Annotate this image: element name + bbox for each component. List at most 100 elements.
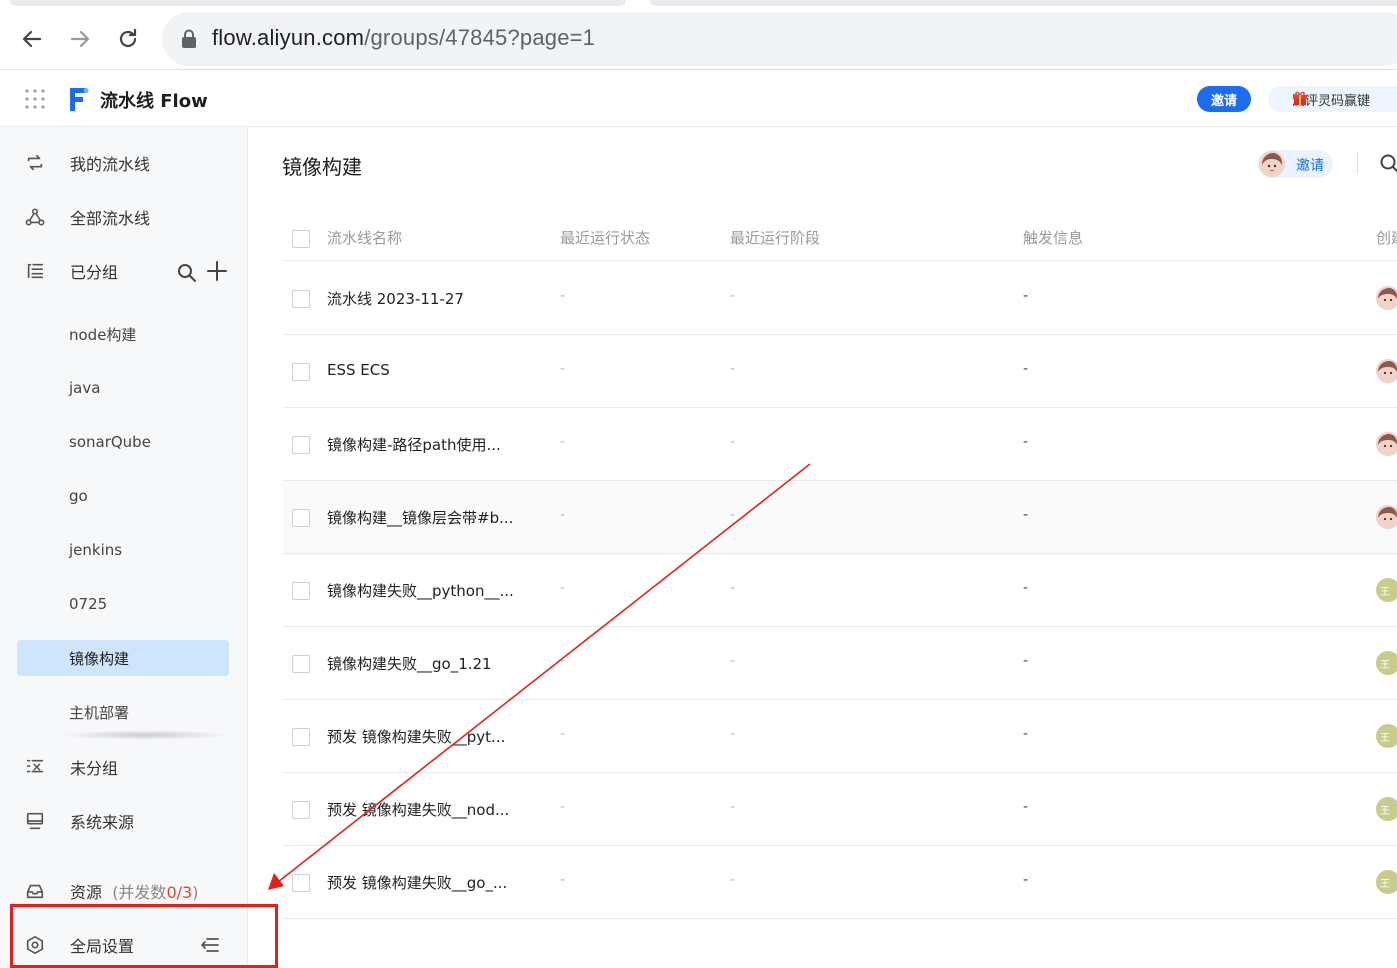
table-row[interactable]: 镜像构建失败__python__... - - - 王 <box>283 554 1397 627</box>
pipeline-name[interactable]: 镜像构建__镜像层会带#b... <box>327 507 513 528</box>
promo-banner[interactable]: 测评灵码赢键 <box>1268 86 1397 112</box>
app-grid-icon[interactable] <box>24 88 46 110</box>
trigger-info: - <box>1023 726 1029 742</box>
column-header[interactable]: 最近运行阶段 <box>730 227 820 248</box>
table-row[interactable]: 预发 镜像构建失败__nod... - - - 王 <box>283 773 1397 846</box>
browser-tab[interactable] <box>10 0 626 6</box>
creator-avatar[interactable] <box>1376 359 1397 383</box>
resource-text: 资源 <box>70 883 103 902</box>
column-header[interactable]: 创建 <box>1376 227 1397 248</box>
pipeline-icon <box>24 152 46 174</box>
trigger-info: - <box>1023 580 1029 596</box>
creator-avatar[interactable] <box>1376 432 1397 456</box>
pipeline-name[interactable]: 镜像构建失败__python__... <box>327 580 514 601</box>
avatar-initial: 王 <box>1380 878 1390 890</box>
column-header[interactable]: 流水线名称 <box>327 227 402 248</box>
avatar-initial: 王 <box>1380 805 1390 817</box>
sidebar-item-my-pipelines[interactable]: 我的流水线 <box>0 143 248 183</box>
group-label: 镜像构建 <box>69 649 130 668</box>
sidebar-item-all-pipelines[interactable]: 全部流水线 <box>0 197 248 237</box>
row-checkbox[interactable] <box>292 582 310 600</box>
back-button[interactable] <box>15 22 49 56</box>
inbox-icon <box>24 880 46 902</box>
sidebar-group-item[interactable]: java <box>17 370 229 406</box>
group-label: go <box>69 487 88 505</box>
reload-button[interactable] <box>111 22 145 56</box>
sidebar-group-item-active[interactable]: 镜像构建 <box>17 640 229 676</box>
row-checkbox[interactable] <box>292 363 310 381</box>
column-header[interactable]: 最近运行状态 <box>560 227 650 248</box>
table-row[interactable]: 镜像构建-路径path使用... - - - <box>283 408 1397 481</box>
resource-paren-open: (并发数 <box>112 883 167 902</box>
table-row[interactable]: 镜像构建__镜像层会带#b... - - - <box>283 481 1397 554</box>
creator-avatar[interactable] <box>1376 286 1397 310</box>
pipeline-name[interactable]: 镜像构建-路径path使用... <box>327 434 501 455</box>
forward-button[interactable] <box>63 22 97 56</box>
sidebar-group-item[interactable]: 主机部署 <box>17 694 229 730</box>
add-group-icon[interactable] <box>206 260 228 282</box>
column-header[interactable]: 触发信息 <box>1023 227 1083 248</box>
pipeline-name[interactable]: 预发 镜像构建失败__nod... <box>327 799 509 820</box>
member-invite-label[interactable]: 邀请 <box>1296 155 1324 175</box>
pipeline-name[interactable]: ESS ECS <box>327 361 390 379</box>
group-label: node构建 <box>69 325 137 344</box>
sidebar-item-system-source[interactable]: 系统来源 <box>0 801 248 841</box>
browser-tab[interactable] <box>650 0 1397 6</box>
sidebar-item-ungrouped[interactable]: 未分组 <box>0 747 248 787</box>
row-checkbox[interactable] <box>292 801 310 819</box>
sidebar-group-item[interactable]: jenkins <box>17 532 229 568</box>
row-checkbox[interactable] <box>292 509 310 527</box>
row-checkbox[interactable] <box>292 728 310 746</box>
header-invite-button[interactable]: 邀请 <box>1197 86 1251 112</box>
sidebar-group-item[interactable]: sonarQube <box>17 424 229 460</box>
app-name[interactable]: 流水线 Flow <box>100 87 208 113</box>
run-status: - <box>560 653 566 669</box>
scroll-shadow <box>60 730 230 740</box>
row-checkbox[interactable] <box>292 655 310 673</box>
creator-avatar[interactable]: 王 <box>1376 870 1397 894</box>
nodes-icon <box>24 206 46 228</box>
group-label: 0725 <box>69 595 108 613</box>
avatar-face-icon <box>1376 286 1397 310</box>
table-row[interactable]: 预发 镜像构建失败__go_... - - - 王 <box>283 846 1397 919</box>
sidebar-item-label: 未分组 <box>70 759 119 778</box>
search-icon[interactable] <box>1379 153 1397 175</box>
pipeline-name[interactable]: 镜像构建失败__go_1.21 <box>327 653 492 674</box>
sidebar-item-label: 已分组 <box>70 263 119 282</box>
gift-icon <box>1293 91 1307 105</box>
table-row[interactable]: ESS ECS - - - <box>283 335 1397 408</box>
select-all-checkbox[interactable] <box>292 230 310 248</box>
address-bar[interactable]: flow.aliyun.com/groups/47845?page=1 <box>162 12 1397 66</box>
group-label: sonarQube <box>69 433 151 451</box>
avatar[interactable] <box>1259 151 1285 177</box>
pipeline-name[interactable]: 流水线 2023-11-27 <box>327 288 464 309</box>
trigger-info: - <box>1023 799 1029 815</box>
row-checkbox[interactable] <box>292 874 310 892</box>
trigger-info: - <box>1023 872 1029 888</box>
url-host: flow.aliyun.com <box>212 25 365 50</box>
avatar-initial: 王 <box>1380 732 1390 744</box>
pipeline-name[interactable]: 预发 镜像构建失败__go_... <box>327 872 507 893</box>
creator-avatar[interactable]: 王 <box>1376 651 1397 675</box>
table-row[interactable]: 预发 镜像构建失败__pyt... - - - 王 <box>283 700 1397 773</box>
group-label: java <box>69 379 101 397</box>
group-search-icon[interactable] <box>176 262 198 284</box>
run-status: - <box>560 580 566 596</box>
table-row[interactable]: 流水线 2023-11-27 - - - <box>283 262 1397 335</box>
pipeline-name[interactable]: 预发 镜像构建失败__pyt... <box>327 726 505 747</box>
sidebar-group-item[interactable]: go <box>17 478 229 514</box>
avatar-face-icon <box>1376 359 1397 383</box>
page-title: 镜像构建 <box>282 155 362 179</box>
creator-avatar[interactable]: 王 <box>1376 797 1397 821</box>
annotation-highlight-box <box>10 904 278 968</box>
table-row[interactable]: 镜像构建失败__go_1.21 - - - 王 <box>283 627 1397 700</box>
row-checkbox[interactable] <box>292 436 310 454</box>
creator-avatar[interactable] <box>1376 505 1397 529</box>
row-checkbox[interactable] <box>292 290 310 308</box>
creator-avatar[interactable]: 王 <box>1376 578 1397 602</box>
sidebar-group-item[interactable]: node构建 <box>17 316 229 352</box>
run-status: - <box>560 799 566 815</box>
sidebar-group-item[interactable]: 0725 <box>17 586 229 622</box>
creator-avatar[interactable]: 王 <box>1376 724 1397 748</box>
avatar-face-icon <box>1376 432 1397 456</box>
